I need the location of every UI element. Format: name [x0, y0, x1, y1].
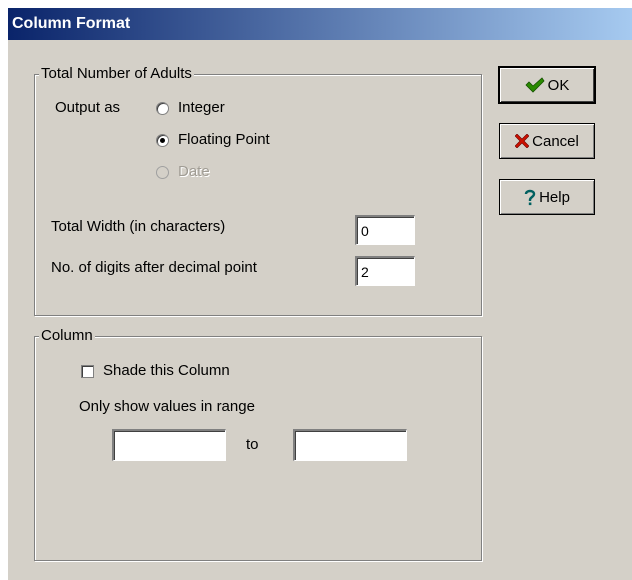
shade-column-label[interactable]: Shade this Column	[103, 362, 230, 380]
radio-selected-dot	[160, 138, 165, 143]
adults-group-legend: Total Number of Adults	[39, 65, 194, 83]
digits-after-decimal-label: No. of digits after decimal point	[51, 259, 257, 276]
ok-button[interactable]: OK	[499, 67, 595, 103]
ok-button-label: OK	[547, 76, 570, 94]
range-to-field[interactable]	[293, 429, 407, 461]
digits-after-decimal-field[interactable]	[355, 256, 415, 286]
total-width-label: Total Width (in characters)	[51, 218, 226, 235]
output-as-label: Output as	[55, 99, 121, 116]
window-title: Column Format	[12, 15, 131, 32]
total-width-field[interactable]	[355, 215, 415, 245]
checkmark-icon	[525, 77, 545, 93]
red-x-icon	[515, 134, 530, 148]
adults-group: Total Number of Adults Output as Integer…	[34, 65, 482, 316]
cancel-button[interactable]: Cancel	[499, 123, 595, 159]
column-format-dialog: Column Format Total Number of Adults Out…	[8, 8, 632, 580]
cancel-button-label: Cancel	[532, 132, 579, 150]
range-label: Only show values in range	[79, 398, 255, 415]
help-button[interactable]: Help	[499, 179, 595, 215]
range-to-label: to	[246, 436, 259, 453]
radio-integer-label[interactable]: Integer	[178, 99, 225, 117]
shade-column-checkbox-box[interactable]	[81, 365, 94, 378]
radio-date-button	[156, 166, 169, 179]
radio-integer-button[interactable]	[156, 102, 169, 115]
radio-floating-point-label[interactable]: Floating Point	[178, 131, 270, 149]
title-bar[interactable]: Column Format	[8, 8, 632, 40]
question-mark-icon	[524, 189, 536, 206]
range-from-field[interactable]	[112, 429, 226, 461]
radio-floating-point-button[interactable]	[156, 134, 169, 147]
help-button-label: Help	[539, 188, 570, 206]
column-group-legend: Column	[39, 327, 95, 345]
radio-date-label: Date	[178, 163, 210, 180]
column-group: Column Shade this Column Only show value…	[34, 327, 482, 561]
